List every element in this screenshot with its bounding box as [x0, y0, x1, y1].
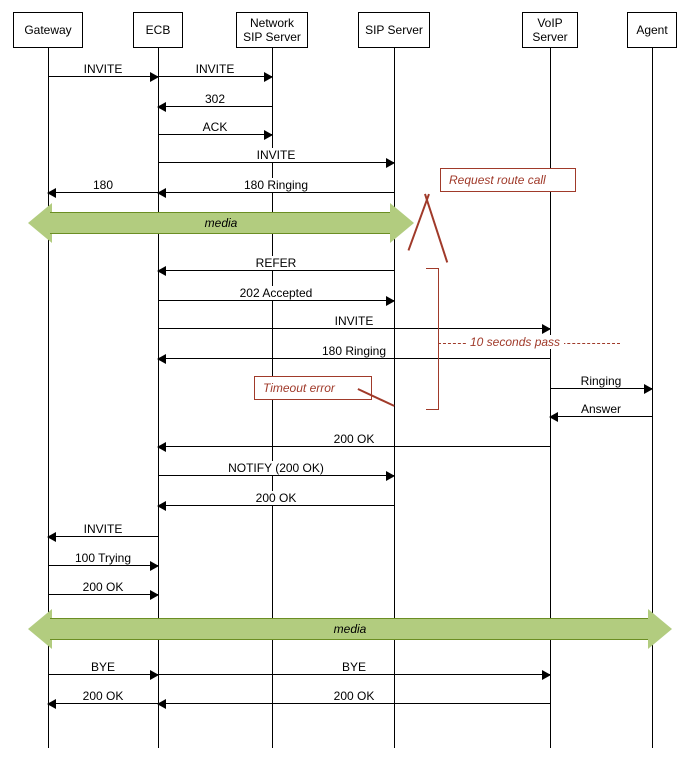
message-label: Ringing [577, 374, 626, 388]
message-label: INVITE [80, 522, 127, 536]
message-arrow: INVITE [158, 76, 272, 77]
message-arrow: ACK [158, 134, 272, 135]
message-arrow: 100 Trying [48, 565, 158, 566]
message-label: 200 OK [79, 689, 128, 703]
arrowhead-icon [47, 699, 56, 709]
arrowhead-icon [264, 130, 273, 140]
participant-voip: VoIPServer [522, 12, 578, 48]
media-band: media [30, 212, 412, 234]
message-label: 200 OK [330, 689, 379, 703]
callout-leader-line [424, 194, 448, 263]
message-arrow: 180 Ringing [158, 358, 550, 359]
message-label: 200 OK [330, 432, 379, 446]
participant-sip: SIP Server [358, 12, 430, 48]
arrowhead-icon [150, 670, 159, 680]
lifeline-ecb [158, 48, 159, 748]
callout-request-route: Request route call [440, 168, 576, 192]
callout-brace [426, 268, 439, 410]
participant-agent: Agent [627, 12, 677, 48]
arrowhead-icon [542, 324, 551, 334]
message-arrow: 180 Ringing [158, 192, 394, 193]
message-arrow: BYE [158, 674, 550, 675]
message-label: INVITE [331, 314, 378, 328]
message-label: INVITE [253, 148, 300, 162]
arrowhead-icon [157, 442, 166, 452]
arrowhead-icon [157, 266, 166, 276]
message-arrow: 202 Accepted [158, 300, 394, 301]
message-arrow: 200 OK [48, 594, 158, 595]
message-label: BYE [338, 660, 370, 674]
participant-gateway: Gateway [13, 12, 83, 48]
arrowhead-icon [150, 561, 159, 571]
callout-label: Timeout error [263, 381, 335, 395]
arrowhead-icon [157, 501, 166, 511]
message-arrow: INVITE [48, 76, 158, 77]
message-arrow: 200 OK [48, 703, 158, 704]
message-arrow: Ringing [550, 388, 652, 389]
message-arrow: INVITE [48, 536, 158, 537]
media-band-label: media [205, 216, 238, 230]
message-label: REFER [252, 256, 301, 270]
arrowhead-icon [386, 158, 395, 168]
arrowhead-icon [150, 72, 159, 82]
message-arrow: 302 [158, 106, 272, 107]
participant-ecb: ECB [133, 12, 183, 48]
message-label: INVITE [80, 62, 127, 76]
message-arrow: 200 OK [158, 703, 550, 704]
message-label: 200 OK [79, 580, 128, 594]
message-label: NOTIFY (200 OK) [224, 461, 328, 475]
message-label: 202 Accepted [236, 286, 317, 300]
arrowhead-icon [47, 188, 56, 198]
arrowhead-icon [47, 532, 56, 542]
media-band-label: media [334, 622, 367, 636]
message-label: 180 Ringing [240, 178, 312, 192]
lifeline-voip [550, 48, 551, 748]
arrowhead-icon [644, 384, 653, 394]
message-label: INVITE [192, 62, 239, 76]
message-label: 180 [89, 178, 117, 192]
callout-ten-seconds: 10 seconds pass [466, 335, 564, 349]
arrowhead-icon [264, 72, 273, 82]
arrowhead-icon [549, 412, 558, 422]
media-band: media [30, 618, 670, 640]
message-arrow: 200 OK [158, 505, 394, 506]
participant-nsip: NetworkSIP Server [236, 12, 308, 48]
message-arrow: NOTIFY (200 OK) [158, 475, 394, 476]
arrowhead-icon [157, 354, 166, 364]
message-label: 200 OK [252, 491, 301, 505]
callout-label: 10 seconds pass [470, 335, 560, 349]
message-arrow: BYE [48, 674, 158, 675]
message-arrow: 200 OK [158, 446, 550, 447]
message-label: ACK [199, 120, 232, 134]
message-label: 100 Trying [71, 551, 135, 565]
message-arrow: INVITE [158, 328, 550, 329]
message-label: 302 [201, 92, 229, 106]
message-arrow: 180 [48, 192, 158, 193]
callout-timeout-error: Timeout error [254, 376, 372, 400]
lifeline-sip [394, 48, 395, 748]
callout-label: Request route call [449, 173, 546, 187]
message-arrow: Answer [550, 416, 652, 417]
arrowhead-icon [157, 188, 166, 198]
arrowhead-icon [157, 102, 166, 112]
arrowhead-icon [386, 296, 395, 306]
arrowhead-icon [150, 590, 159, 600]
message-label: BYE [87, 660, 119, 674]
arrowhead-icon [542, 670, 551, 680]
arrowhead-icon [386, 471, 395, 481]
message-label: Answer [577, 402, 625, 416]
message-label: 180 Ringing [318, 344, 390, 358]
message-arrow: INVITE [158, 162, 394, 163]
arrowhead-icon [157, 699, 166, 709]
message-arrow: REFER [158, 270, 394, 271]
